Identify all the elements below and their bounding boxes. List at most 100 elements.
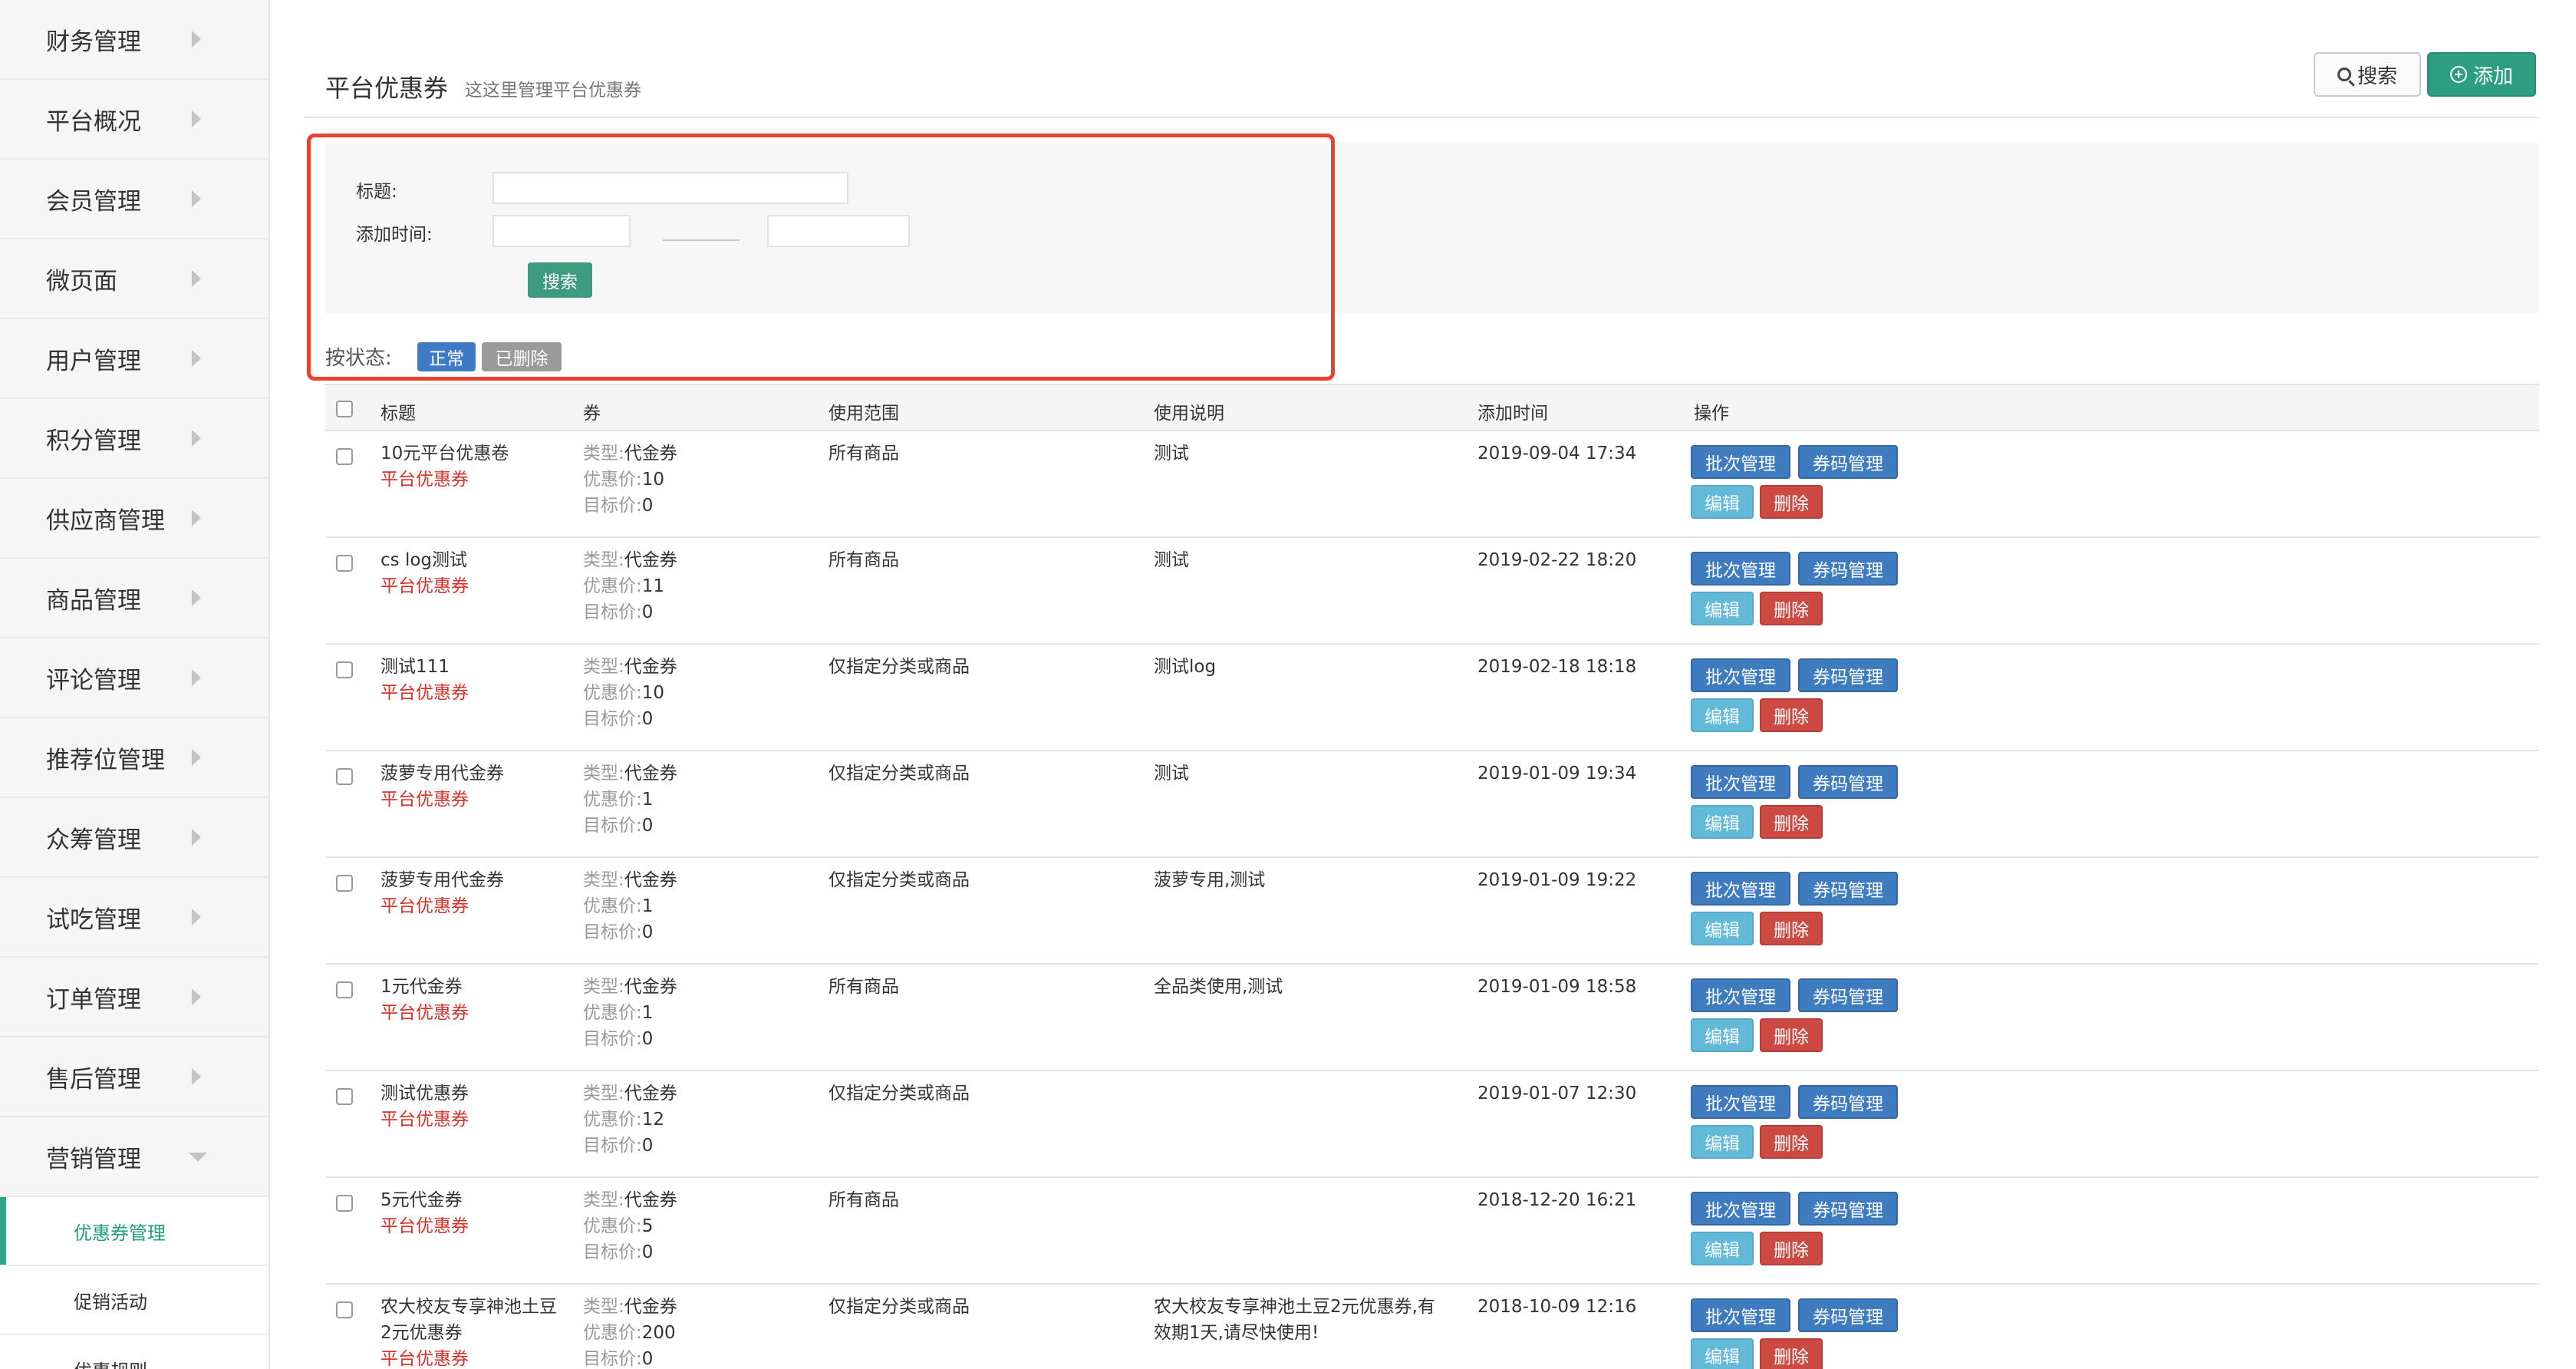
coupon-title-cell: 5元代金券 平台优惠券 [380, 1187, 572, 1239]
code-manage-button[interactable]: 券码管理 [1798, 552, 1898, 586]
coupon-time: 2019-01-07 12:30 [1477, 1084, 1637, 1103]
chevron-right-icon [192, 988, 201, 1005]
coupon-type-value: 代金券 [624, 657, 677, 677]
coupon-info-cell: 类型:代金券 优惠价:10 目标价:0 [583, 654, 798, 732]
edit-button[interactable]: 编辑 [1691, 1232, 1754, 1265]
batch-manage-button[interactable]: 批次管理 [1691, 872, 1790, 906]
add-button-label: 添加 [2472, 64, 2513, 88]
delete-button[interactable]: 删除 [1760, 1232, 1823, 1265]
coupon-tag: 平台优惠券 [380, 1349, 469, 1369]
code-manage-button[interactable]: 券码管理 [1798, 445, 1898, 479]
row-checkbox[interactable] [336, 555, 353, 572]
edit-button[interactable]: 编辑 [1691, 1018, 1754, 1052]
sidebar-item[interactable]: 售后管理 [0, 1037, 268, 1117]
coupon-info-cell: 类型:代金券 优惠价:5 目标价:0 [583, 1187, 798, 1265]
sidebar-item[interactable]: 平台概况 [0, 80, 268, 160]
row-checkbox[interactable] [336, 448, 353, 465]
sidebar-item[interactable]: 会员管理 [0, 160, 268, 239]
search-panel: 标题: 添加时间: 搜索 [325, 143, 2539, 313]
edit-button[interactable]: 编辑 [1691, 485, 1754, 519]
sidebar-subitem[interactable]: 促销活动 [0, 1266, 268, 1335]
batch-manage-button[interactable]: 批次管理 [1691, 552, 1790, 586]
delete-button[interactable]: 删除 [1760, 1125, 1823, 1159]
page-subtitle: 这这里管理平台优惠券 [465, 81, 641, 101]
sidebar-item[interactable]: 试吃管理 [0, 878, 268, 958]
sidebar-item[interactable]: 微页面 [0, 239, 268, 319]
table-body: 10元平台优惠卷 平台优惠券 类型:代金券 优惠价:10 目标价:0 所有商品 测试 2019… [325, 431, 2539, 1369]
time-end-input[interactable] [767, 215, 910, 247]
edit-button[interactable]: 编辑 [1691, 1338, 1754, 1369]
sidebar-item[interactable]: 商品管理 [0, 559, 268, 638]
coupon-desc: 测试log [1154, 657, 1217, 677]
batch-manage-button[interactable]: 批次管理 [1691, 1192, 1790, 1226]
delete-button[interactable]: 删除 [1760, 698, 1823, 732]
status-deleted-badge[interactable]: 已删除 [482, 342, 562, 371]
code-manage-button[interactable]: 券码管理 [1798, 658, 1898, 692]
code-manage-button[interactable]: 券码管理 [1798, 1085, 1898, 1119]
code-manage-button[interactable]: 券码管理 [1798, 872, 1898, 906]
coupon-info-cell: 类型:代金券 优惠价:10 目标价:0 [583, 440, 798, 519]
sidebar-item[interactable]: 营销管理 [0, 1117, 268, 1197]
coupon-type-key: 类型: [583, 1190, 624, 1210]
code-manage-button[interactable]: 券码管理 [1798, 1192, 1898, 1226]
sidebar-item[interactable]: 评论管理 [0, 638, 268, 718]
sidebar-item[interactable]: 用户管理 [0, 319, 268, 399]
batch-manage-button[interactable]: 批次管理 [1691, 978, 1790, 1012]
row-checkbox[interactable] [336, 661, 353, 678]
edit-button[interactable]: 编辑 [1691, 1125, 1754, 1159]
sidebar-item[interactable]: 众筹管理 [0, 798, 268, 878]
batch-manage-button[interactable]: 批次管理 [1691, 765, 1790, 799]
row-checkbox[interactable] [336, 1088, 353, 1105]
code-manage-button[interactable]: 券码管理 [1798, 978, 1898, 1012]
coupon-tag: 平台优惠券 [380, 896, 469, 916]
batch-manage-button[interactable]: 批次管理 [1691, 658, 1790, 692]
coupon-scope: 仅指定分类或商品 [828, 764, 970, 783]
code-manage-button[interactable]: 券码管理 [1798, 765, 1898, 799]
edit-button[interactable]: 编辑 [1691, 592, 1754, 625]
sidebar-item[interactable]: 供应商管理 [0, 479, 268, 559]
delete-button[interactable]: 删除 [1760, 485, 1823, 519]
coupon-price-value: 12 [641, 1110, 665, 1130]
chevron-right-icon [192, 510, 201, 526]
delete-button[interactable]: 删除 [1760, 1018, 1823, 1052]
table-row: 5元代金券 平台优惠券 类型:代金券 优惠价:5 目标价:0 所有商品 2018-12-20… [325, 1178, 2539, 1285]
coupon-time: 2019-01-09 19:22 [1477, 870, 1637, 890]
add-button[interactable]: 添加 [2427, 52, 2536, 97]
sidebar-item[interactable]: 积分管理 [0, 399, 268, 479]
panel-search-button[interactable]: 搜索 [528, 262, 592, 298]
sidebar-subitem[interactable]: 优惠券管理 [0, 1197, 268, 1266]
coupon-scope: 仅指定分类或商品 [828, 1084, 970, 1103]
edit-button[interactable]: 编辑 [1691, 698, 1754, 732]
delete-button[interactable]: 删除 [1760, 805, 1823, 839]
sidebar-item[interactable]: 推荐位管理 [0, 718, 268, 798]
coupon-target: 目标价:0 [583, 706, 798, 732]
row-checkbox[interactable] [336, 1301, 353, 1318]
sidebar: 财务管理 平台概况 会员管理 微页面 用户管理 积分管理 供应商管理 商品管理 评论管理 推荐位管… [0, 0, 270, 1369]
row-checkbox[interactable] [336, 981, 353, 998]
select-all-checkbox[interactable] [336, 401, 353, 417]
row-checkbox[interactable] [336, 875, 353, 892]
search-button[interactable]: 搜索 [2314, 52, 2421, 97]
batch-manage-button[interactable]: 批次管理 [1691, 445, 1790, 479]
coupon-desc-cell: 测试 [1154, 760, 1468, 787]
edit-button[interactable]: 编辑 [1691, 912, 1754, 945]
row-checkbox[interactable] [336, 768, 353, 785]
sidebar-item[interactable]: 财务管理 [0, 0, 268, 80]
edit-button[interactable]: 编辑 [1691, 805, 1754, 839]
delete-button[interactable]: 删除 [1760, 592, 1823, 625]
code-manage-button[interactable]: 券码管理 [1798, 1298, 1898, 1332]
sidebar-subitem[interactable]: 优惠规则 [0, 1335, 268, 1369]
coupon-target-key: 目标价: [583, 816, 642, 836]
coupon-desc: 测试 [1154, 444, 1189, 463]
coupon-tag: 平台优惠券 [380, 1216, 469, 1236]
batch-manage-button[interactable]: 批次管理 [1691, 1298, 1790, 1332]
chevron-right-icon [192, 1068, 201, 1085]
row-checkbox[interactable] [336, 1195, 353, 1212]
sidebar-item[interactable]: 订单管理 [0, 958, 268, 1037]
time-start-input[interactable] [492, 215, 631, 247]
delete-button[interactable]: 删除 [1760, 1338, 1823, 1369]
batch-manage-button[interactable]: 批次管理 [1691, 1085, 1790, 1119]
title-filter-input[interactable] [492, 172, 848, 204]
delete-button[interactable]: 删除 [1760, 912, 1823, 945]
status-normal-badge[interactable]: 正常 [417, 342, 476, 371]
